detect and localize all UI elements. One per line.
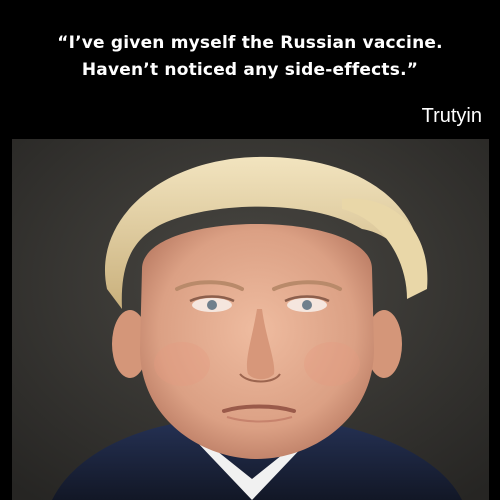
quote-line-1: “I’ve given myself the Russian vaccine. bbox=[57, 33, 443, 53]
quote-line-2: Haven’t noticed any side-effects.” bbox=[81, 60, 419, 80]
meme-image: “I’ve given myself the Russian vaccine. … bbox=[0, 0, 500, 500]
portrait-photo bbox=[12, 139, 489, 500]
right-cheek bbox=[304, 342, 360, 386]
right-iris bbox=[302, 300, 312, 310]
quote-caption: “I’ve given myself the Russian vaccine. … bbox=[0, 30, 500, 84]
credit-label: Trutyin bbox=[421, 105, 482, 127]
portrait-illustration bbox=[12, 139, 489, 500]
left-cheek bbox=[154, 342, 210, 386]
left-iris bbox=[207, 300, 217, 310]
